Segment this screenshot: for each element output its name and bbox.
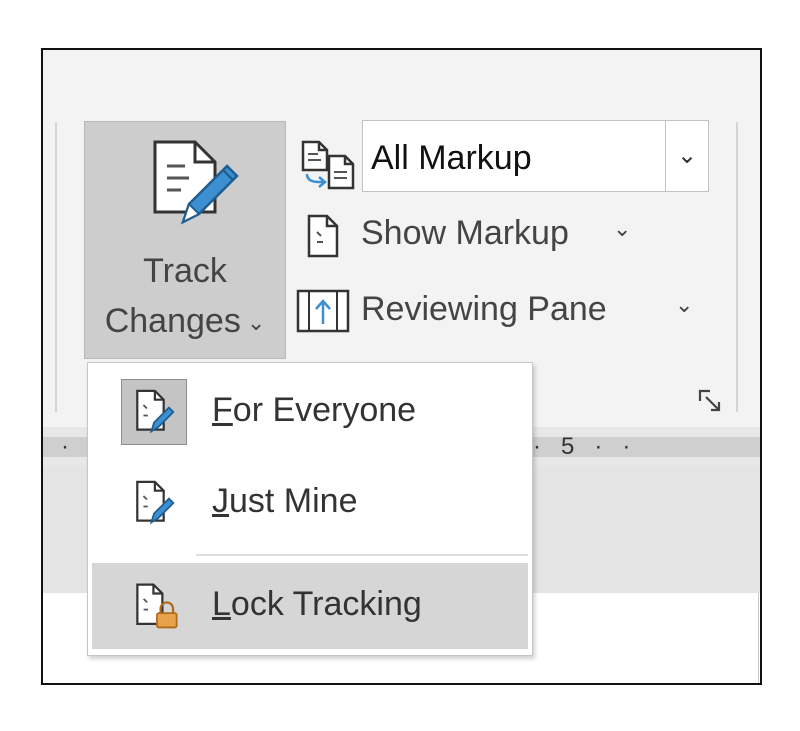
menu-item-label: For Everyone	[212, 391, 417, 429]
menu-item-for-everyone[interactable]: For Everyone	[88, 363, 532, 458]
chevron-down-icon[interactable]: ⌄	[666, 121, 708, 191]
show-markup-icon	[307, 214, 339, 258]
show-markup-label: Show Markup	[361, 214, 569, 252]
display-for-review-icon	[301, 140, 355, 190]
track-changes-pen-icon	[136, 480, 175, 525]
dialog-launcher-icon[interactable]	[697, 388, 725, 416]
menu-item-label: Lock Tracking	[212, 585, 422, 623]
chevron-down-icon: ⌄	[246, 310, 266, 336]
menu-separator	[196, 554, 528, 556]
reviewing-pane-icon	[296, 289, 350, 333]
track-changes-label-line2: Changes ⌄	[104, 302, 266, 340]
chevron-down-icon: ⌄	[675, 292, 694, 317]
menu-item-lock-tracking[interactable]: Lock Tracking	[88, 563, 532, 649]
reviewing-pane-button[interactable]: Reviewing Pane ⌄	[295, 282, 705, 342]
track-changes-pen-icon	[136, 389, 175, 434]
reviewing-pane-label: Reviewing Pane	[361, 290, 607, 328]
track-changes-button[interactable]: Track Changes ⌄	[84, 121, 286, 359]
lock-document-icon	[136, 583, 178, 629]
ruler-marks: · 5 · ·	[533, 433, 631, 460]
menu-item-just-mine[interactable]: Just Mine	[88, 458, 532, 553]
display-for-review-value: All Markup	[371, 139, 532, 177]
track-changes-label-line1: Track	[143, 252, 227, 290]
track-changes-icon	[153, 140, 239, 225]
ruler-mark: ·	[61, 433, 69, 460]
show-markup-button[interactable]: Show Markup ⌄	[299, 206, 649, 266]
word-window: Track Changes ⌄ All Markup ⌄ Show Markup…	[41, 48, 762, 685]
menu-item-label: Just Mine	[212, 482, 358, 520]
track-changes-menu: For Everyone Just Mine Lock Tracking	[87, 362, 533, 656]
chevron-down-icon: ⌄	[613, 216, 632, 241]
display-for-review-select[interactable]: All Markup ⌄	[362, 120, 709, 192]
ribbon-group-separator	[736, 122, 738, 412]
ribbon-group-separator	[55, 122, 57, 412]
